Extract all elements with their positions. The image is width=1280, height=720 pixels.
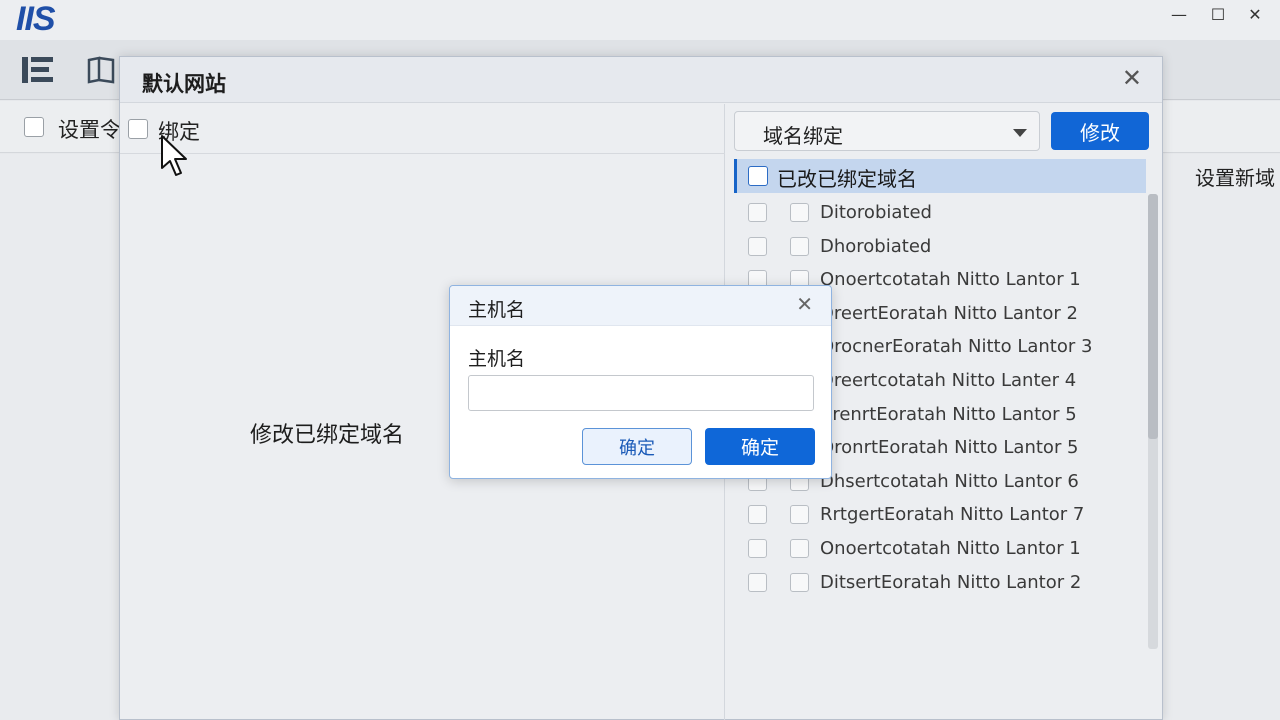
row-subcheckbox[interactable]	[790, 236, 809, 256]
list-item[interactable]: DitsertEoratah Nitto Lantor 2	[740, 569, 1140, 599]
chevron-down-icon	[1013, 129, 1027, 137]
binding-toolbar: 绑定	[120, 104, 725, 154]
secondary-confirm-button[interactable]: 确定	[582, 428, 692, 465]
binding-type-select[interactable]: 域名绑定	[734, 111, 1040, 151]
hostname-dialog-title: 主机名	[468, 299, 526, 321]
row-checkbox[interactable]	[748, 236, 767, 256]
modify-button[interactable]: 修改	[1051, 112, 1149, 150]
list-item-label: Dhsertcotatah Nitto Lantor 6	[820, 470, 1079, 492]
row-subcheckbox[interactable]	[790, 203, 809, 222]
list-item-label: Ditorobiated	[820, 202, 932, 223]
modify-bound-domain-label: 修改已绑定域名	[250, 423, 405, 448]
cursor-icon	[160, 134, 190, 182]
list-item-label: DitsertEoratah Nitto Lantor 2	[820, 571, 1082, 593]
row-checkbox[interactable]	[748, 505, 767, 525]
site-dialog-header: 默认网站 ✕	[120, 57, 1162, 103]
list-item-label: Onoertcotatah Nitto Lantor 1	[820, 269, 1081, 291]
list-item-label: OronrtEoratah Nitto Lantor 5	[820, 437, 1079, 459]
setting-label: 设置令	[58, 118, 120, 142]
setting-checkbox[interactable]	[24, 117, 44, 137]
scrollbar-thumb[interactable]	[1148, 194, 1158, 439]
hostname-dialog-header: 主机名 ✕	[450, 286, 831, 326]
hostname-dialog: 主机名 ✕ 主机名 确定 确定	[449, 285, 832, 479]
list-item[interactable]: RrtgertEoratah Nitto Lantor 7	[740, 501, 1140, 531]
list-header-label: 已改已绑定域名	[777, 167, 917, 191]
app-titlebar: IIS — ☐ ✕	[0, 0, 1280, 40]
row-subcheckbox[interactable]	[790, 572, 809, 592]
minimize-button[interactable]: —	[1164, 4, 1194, 26]
list-item-label: ArenrtEoratah Nitto Lantor 5	[820, 403, 1077, 425]
list-item[interactable]: Dhorobiated	[740, 233, 1140, 263]
row-subcheckbox[interactable]	[790, 539, 809, 558]
list-icon[interactable]	[20, 54, 56, 93]
list-item-label: Dhorobiated	[820, 235, 932, 257]
select-all-checkbox[interactable]	[748, 166, 768, 186]
list-item-label: Dreertcotatah Nitto Lanter 4	[820, 370, 1077, 391]
list-item-label: OrocnerEoratah Nitto Lantor 3	[820, 336, 1093, 358]
new-domain-label: 设置新域	[1195, 166, 1275, 190]
confirm-button[interactable]: 确定	[705, 428, 815, 465]
close-icon[interactable]: ✕	[796, 292, 813, 316]
list-header[interactable]: 已改已绑定域名	[734, 159, 1146, 193]
row-subcheckbox[interactable]	[790, 505, 809, 525]
iis-logo: IIS	[16, 0, 56, 38]
close-icon[interactable]: ✕	[1122, 65, 1142, 91]
hostname-field-label: 主机名	[468, 348, 526, 370]
list-item[interactable]: Ditorobiated	[740, 199, 1140, 229]
list-item-label: Onoertcotatah Nitto Lantor 1	[820, 538, 1081, 559]
list-item-label: DreertEoratah Nitto Lantor 2	[820, 302, 1078, 324]
select-value: 域名绑定	[763, 124, 843, 148]
book-icon[interactable]	[86, 56, 116, 91]
row-checkbox[interactable]	[748, 572, 767, 592]
row-checkbox[interactable]	[748, 539, 767, 558]
close-window-button[interactable]: ✕	[1240, 4, 1270, 26]
maximize-button[interactable]: ☐	[1203, 4, 1233, 26]
list-item[interactable]: Onoertcotatah Nitto Lantor 1	[740, 535, 1140, 565]
hostname-input[interactable]	[468, 375, 814, 411]
row-checkbox[interactable]	[748, 203, 767, 222]
site-dialog-title: 默认网站	[142, 72, 226, 96]
list-scrollbar[interactable]	[1148, 194, 1158, 649]
binding-checkbox[interactable]	[128, 119, 148, 139]
list-item-label: RrtgertEoratah Nitto Lantor 7	[820, 504, 1085, 526]
